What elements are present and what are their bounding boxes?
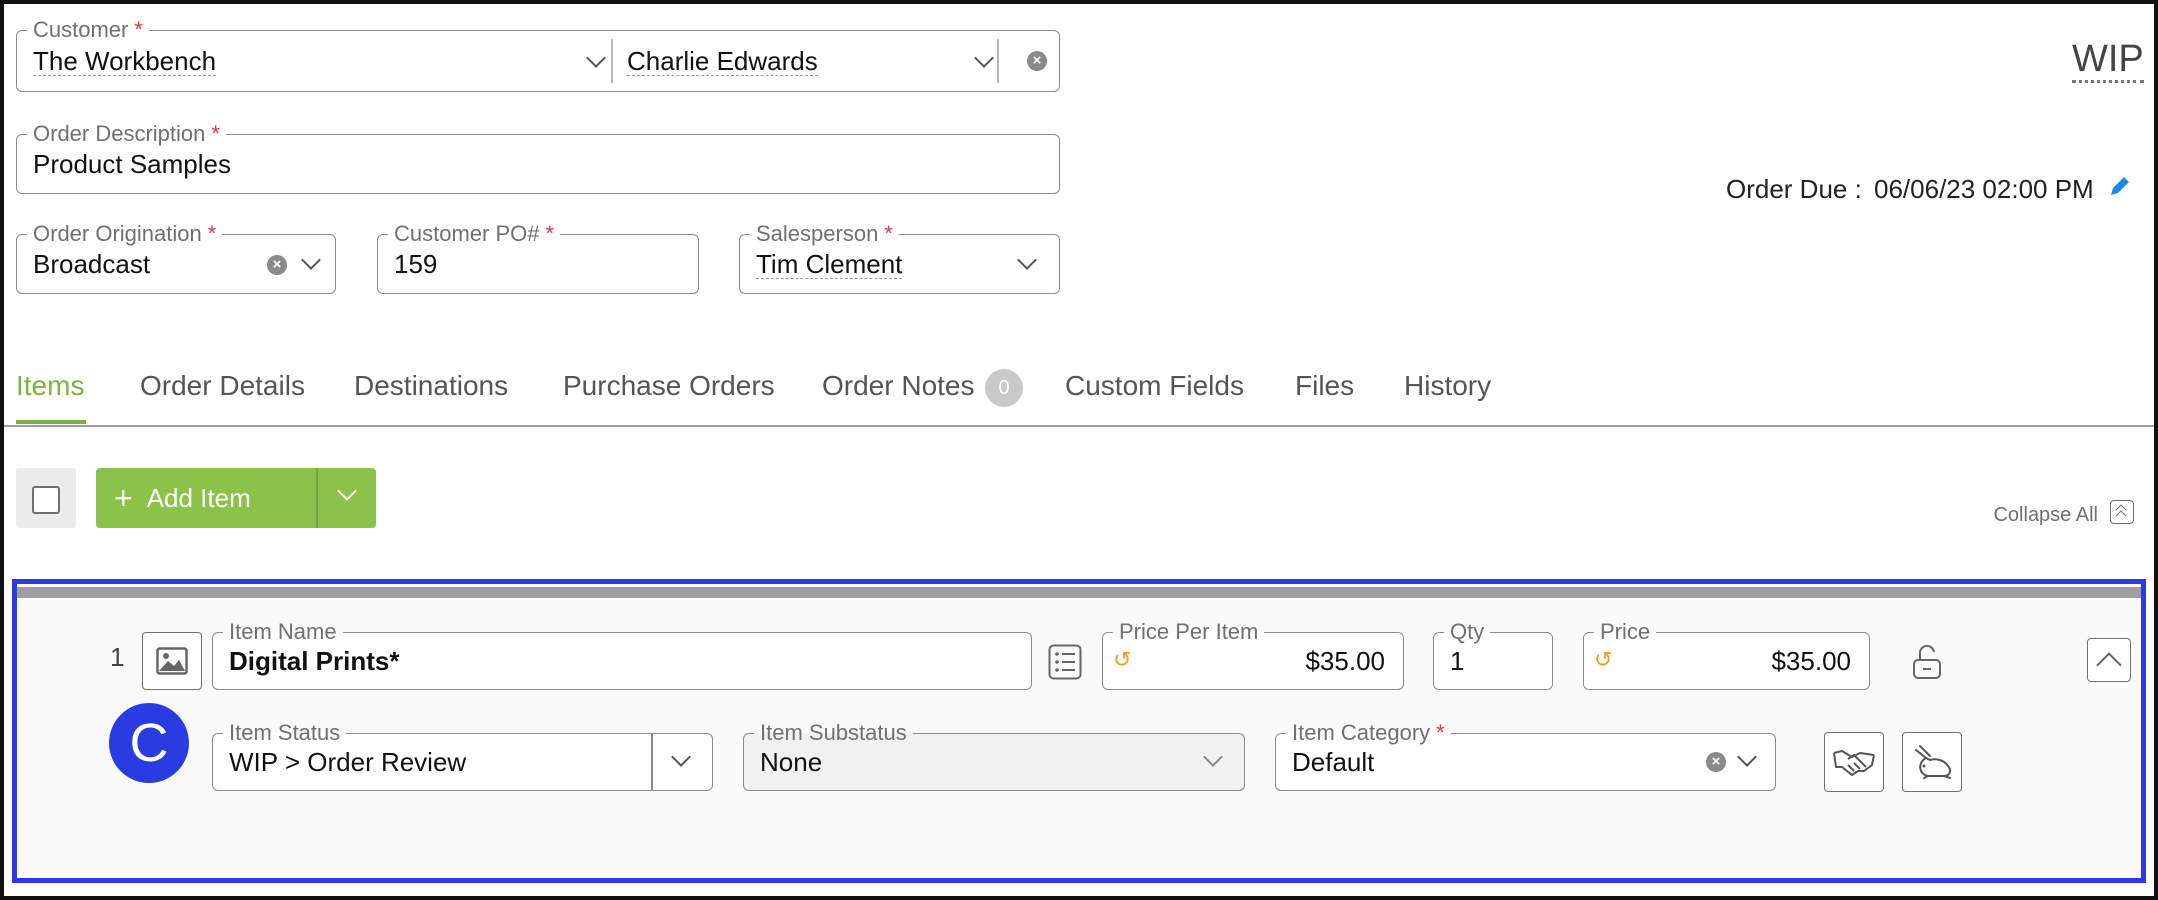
order-due-value: 06/06/23 02:00 PM: [1874, 174, 2094, 204]
rabbit-icon: [1915, 745, 1952, 779]
item-status-field[interactable]: Item Status WIP > Order Review: [212, 721, 713, 791]
chevron-down-icon[interactable]: [671, 747, 691, 767]
avatar[interactable]: C: [109, 703, 189, 783]
item-image-button[interactable]: [142, 632, 202, 690]
reset-icon[interactable]: ↺: [1113, 647, 1131, 673]
tab-custom-fields[interactable]: Custom Fields: [1065, 370, 1244, 410]
divider: [611, 39, 613, 83]
chevron-down-icon[interactable]: [1203, 747, 1223, 767]
customer-company-select[interactable]: The Workbench: [33, 31, 217, 91]
customer-contact-select[interactable]: Charlie Edwards: [627, 31, 818, 91]
price-label: Price: [1594, 620, 1657, 644]
item-panel-header-bar: [17, 587, 2141, 598]
item-substatus-field[interactable]: Item Substatus None: [743, 721, 1245, 791]
add-item-dropdown-button[interactable]: [318, 468, 376, 528]
required-marker: *: [1436, 720, 1445, 745]
collapse-all-link[interactable]: Collapse All: [1993, 504, 2098, 527]
item-name-value: Digital Prints*: [229, 645, 400, 676]
item-substatus-value: None: [760, 746, 823, 777]
chevron-down-icon[interactable]: [1737, 747, 1757, 767]
active-tab-indicator: [16, 420, 86, 424]
required-marker: *: [207, 221, 217, 246]
order-notes-count-badge: 0: [985, 369, 1023, 407]
price-field[interactable]: Price ↺ $35.00: [1583, 620, 1870, 690]
rabbit-button[interactable]: [1902, 732, 1962, 792]
qty-field[interactable]: Qty 1: [1433, 620, 1553, 690]
qty-value: 1: [1450, 645, 1465, 676]
reset-icon[interactable]: ↺: [1594, 647, 1612, 673]
item-category-field[interactable]: Item Category * Default ×: [1275, 721, 1776, 791]
order-status: WIP: [2072, 38, 2144, 83]
handshake-button[interactable]: [1824, 732, 1884, 792]
handshake-icon: [1833, 750, 1875, 776]
price-value: $35.00: [1771, 645, 1851, 676]
order-due-label: Order Due :: [1726, 174, 1862, 204]
clear-icon[interactable]: ×: [267, 255, 287, 275]
unlock-icon[interactable]: [1912, 644, 1942, 680]
chevron-down-icon[interactable]: [1017, 250, 1037, 270]
divider: [651, 734, 653, 790]
price-per-item-label: Price Per Item: [1113, 620, 1265, 644]
tab-files[interactable]: Files: [1295, 370, 1354, 410]
chevron-down-icon[interactable]: [974, 48, 994, 68]
divider: [997, 39, 999, 83]
list-details-icon[interactable]: [1048, 644, 1082, 680]
collapse-all-icon[interactable]: [2110, 500, 2134, 524]
tabs-divider: [4, 425, 2154, 427]
tab-order-details[interactable]: Order Details: [140, 370, 305, 410]
chevron-up-icon: [2096, 652, 2122, 678]
customer-po-field[interactable]: Customer PO# * 159: [377, 222, 699, 294]
tab-history[interactable]: History: [1404, 370, 1491, 410]
add-item-button[interactable]: + Add Item: [96, 468, 316, 528]
add-item-label: Add Item: [146, 482, 251, 513]
tab-destinations[interactable]: Destinations: [354, 370, 508, 410]
plus-icon: +: [114, 479, 133, 516]
clear-icon[interactable]: ×: [1027, 51, 1047, 71]
tab-items[interactable]: Items: [16, 370, 84, 410]
chevron-down-icon[interactable]: [586, 48, 606, 68]
customer-field: Customer * The Workbench Charlie Edwards …: [16, 18, 1060, 92]
edit-pencil-icon[interactable]: [2108, 174, 2132, 200]
price-per-item-field[interactable]: Price Per Item ↺ $35.00: [1102, 620, 1404, 690]
salesperson-value: Tim Clement: [756, 248, 903, 279]
collapse-item-button[interactable]: [2087, 638, 2131, 682]
order-description-field[interactable]: Order Description * Product Samples: [16, 122, 1060, 194]
tab-order-notes[interactable]: Order Notes: [822, 370, 975, 410]
customer-contact-value: Charlie Edwards: [627, 45, 818, 76]
customer-company-value: The Workbench: [33, 45, 217, 76]
item-category-value: Default: [1292, 746, 1375, 777]
select-all-checkbox[interactable]: [16, 468, 76, 528]
item-index: 1: [110, 642, 125, 672]
chevron-down-icon: [337, 481, 357, 501]
item-status-value: WIP > Order Review: [229, 746, 467, 777]
item-name-field[interactable]: Item Name Digital Prints*: [212, 620, 1032, 690]
image-icon: [156, 647, 188, 675]
clear-icon[interactable]: ×: [1706, 752, 1726, 772]
order-origination-field[interactable]: Order Origination * Broadcast ×: [16, 222, 336, 294]
required-marker: *: [545, 221, 555, 246]
salesperson-field[interactable]: Salesperson * Tim Clement: [739, 222, 1060, 294]
tab-purchase-orders[interactable]: Purchase Orders: [563, 370, 775, 410]
chevron-down-icon[interactable]: [301, 250, 321, 270]
price-per-item-value: $35.00: [1305, 645, 1385, 676]
customer-po-value: 159: [394, 248, 438, 279]
order-description-value: Product Samples: [33, 148, 231, 179]
order-origination-value: Broadcast: [33, 248, 151, 279]
